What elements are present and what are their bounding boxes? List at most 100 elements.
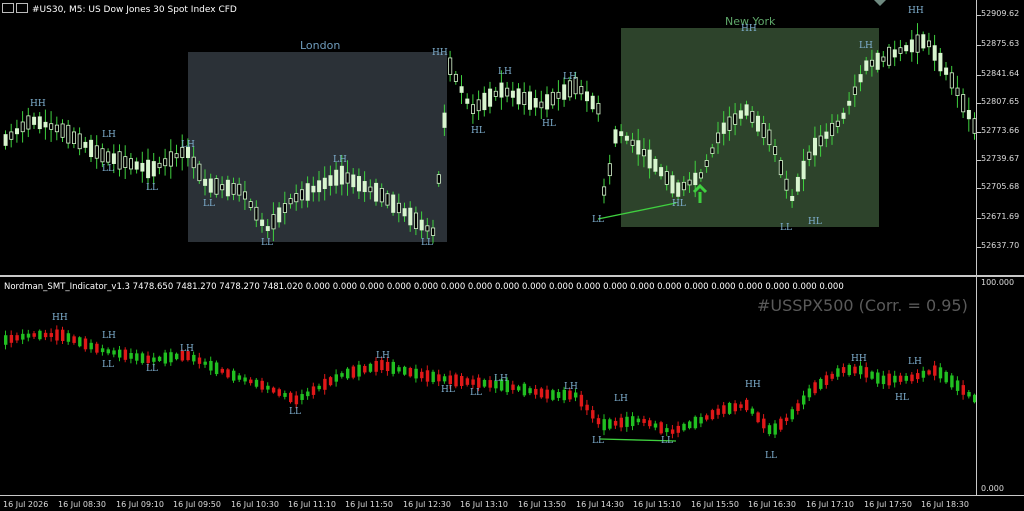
price-axis[interactable]: 52909.62 52875.63 52841.64 52807.65 52773.66… — [976, 0, 1024, 275]
correlation-label: #USSPX500 (Corr. = 0.95) — [757, 296, 968, 315]
indicator-candle — [408, 367, 413, 377]
indicator-candle — [226, 369, 230, 378]
indicator-candle — [311, 386, 316, 395]
indicator-candle — [585, 404, 589, 411]
indicator-candle — [967, 392, 971, 397]
time-tick-label: 16 Jul 15:10 — [633, 500, 681, 509]
indicator-candle — [608, 419, 612, 429]
indicator-candle — [363, 365, 367, 373]
indicator-swing-label: LL — [470, 388, 482, 398]
price-tick-label: 52909.62 — [981, 9, 1020, 18]
indicator-candles — [4, 325, 976, 439]
indicator-swing-label: HH — [745, 380, 761, 390]
indicator-axis-min: 0.000 — [981, 484, 1004, 493]
indicator-swing-label: LL — [765, 451, 777, 461]
indicator-candle — [910, 374, 914, 382]
time-axis[interactable]: 16 Jul 2026 16 Jul 08:30 16 Jul 09:10 16 Ju… — [0, 495, 1024, 511]
indicator-candle — [739, 404, 743, 408]
indicator-candle — [870, 371, 874, 379]
indicator-candle — [688, 421, 692, 429]
indicator-candle — [841, 367, 846, 373]
indicator-values: 7478.650 7481.270 7478.270 7481.020 0.00… — [132, 282, 844, 292]
indicator-candle — [414, 368, 418, 379]
indicator-candle — [579, 394, 584, 407]
indicator-chart[interactable]: HH LH LL LL LH LL LH HL LL LH LH LL LH LL HH LL HH HL LH — [0, 0, 976, 511]
time-tick-label: 16 Jul 2026 — [3, 500, 49, 509]
time-tick-label: 16 Jul 15:50 — [691, 500, 739, 509]
indicator-candle — [699, 417, 703, 424]
indicator-candle — [72, 336, 76, 343]
indicator-candle — [670, 429, 675, 434]
time-tick-label: 16 Jul 13:10 — [460, 500, 508, 509]
indicator-candle — [642, 418, 646, 423]
indicator-candle — [391, 361, 395, 374]
price-tick-mark — [977, 103, 981, 104]
indicator-candle — [716, 408, 720, 415]
indicator-axis[interactable]: 100.000 0.000 — [976, 277, 1024, 495]
indicator-candle — [55, 329, 59, 341]
indicator-candle — [237, 375, 242, 380]
indicator-candle — [710, 410, 715, 420]
indicator-candle — [100, 348, 105, 353]
indicator-swing-label: LH — [564, 382, 578, 392]
indicator-candle — [961, 385, 965, 395]
indicator-candle — [425, 370, 430, 382]
time-tick-label: 16 Jul 16:30 — [748, 500, 796, 509]
price-tick-label: 52773.66 — [981, 126, 1020, 135]
indicator-candle — [522, 383, 527, 396]
indicator-candle — [534, 388, 538, 395]
indicator-candle — [528, 388, 532, 394]
indicator-candle — [368, 363, 373, 372]
indicator-candle — [625, 416, 629, 427]
indicator-axis-max: 100.000 — [981, 278, 1015, 287]
indicator-candle — [596, 418, 601, 425]
indicator-candle — [49, 333, 53, 337]
indicator-candle — [112, 350, 116, 355]
time-tick-label: 16 Jul 17:50 — [864, 500, 912, 509]
indicator-candle — [733, 403, 737, 412]
indicator-candle — [477, 377, 481, 388]
indicator-candle — [653, 423, 658, 428]
indicator-candle — [420, 371, 424, 379]
price-tick-mark — [977, 75, 981, 76]
indicator-candle — [767, 425, 772, 435]
indicator-candle — [300, 394, 304, 400]
indicator-candle — [89, 342, 93, 350]
indicator-candle — [448, 375, 452, 385]
indicator-candle — [545, 389, 549, 399]
indicator-candle — [397, 367, 401, 372]
indicator-candle — [847, 364, 851, 376]
time-tick-label: 16 Jul 14:30 — [576, 500, 624, 509]
time-tick-label: 16 Jul 12:30 — [403, 500, 451, 509]
price-tick-mark — [977, 132, 981, 133]
indicator-candle — [209, 360, 213, 371]
price-tick-mark — [977, 218, 981, 219]
indicator-candle — [556, 392, 561, 398]
time-tick-label: 16 Jul 08:30 — [58, 500, 106, 509]
time-tick-label: 16 Jul 13:50 — [518, 500, 566, 509]
price-tick-label: 52671.69 — [981, 212, 1020, 221]
indicator-header: Nordman_SMT_Indicator_v1.3 7478.650 7481… — [4, 282, 844, 292]
price-tick-mark — [977, 45, 981, 46]
indicator-candle — [157, 356, 162, 361]
indicator-candle — [722, 405, 726, 414]
indicator-candle — [106, 349, 110, 354]
indicator-candle — [140, 353, 145, 363]
indicator-candle — [118, 349, 122, 358]
indicator-candle — [916, 373, 920, 380]
indicator-candle — [232, 370, 236, 381]
chart-window: London New York HH LH LL LL LL LH LL LH LL HH HL LH… — [0, 0, 1024, 511]
indicator-swing-label: LL — [289, 407, 301, 417]
indicator-candle — [836, 368, 840, 377]
indicator-candle — [43, 332, 48, 338]
indicator-swing-label: LH — [376, 351, 390, 361]
indicator-candle — [66, 333, 71, 342]
indicator-candle — [876, 372, 880, 384]
indicator-candle — [636, 418, 641, 423]
indicator-candle — [631, 416, 635, 427]
indicator-candle — [340, 373, 344, 377]
indicator-candle — [591, 410, 595, 419]
indicator-candle — [214, 362, 219, 375]
indicator-name: Nordman_SMT_Indicator_v1.3 — [4, 282, 130, 292]
price-tick-mark — [977, 15, 981, 16]
